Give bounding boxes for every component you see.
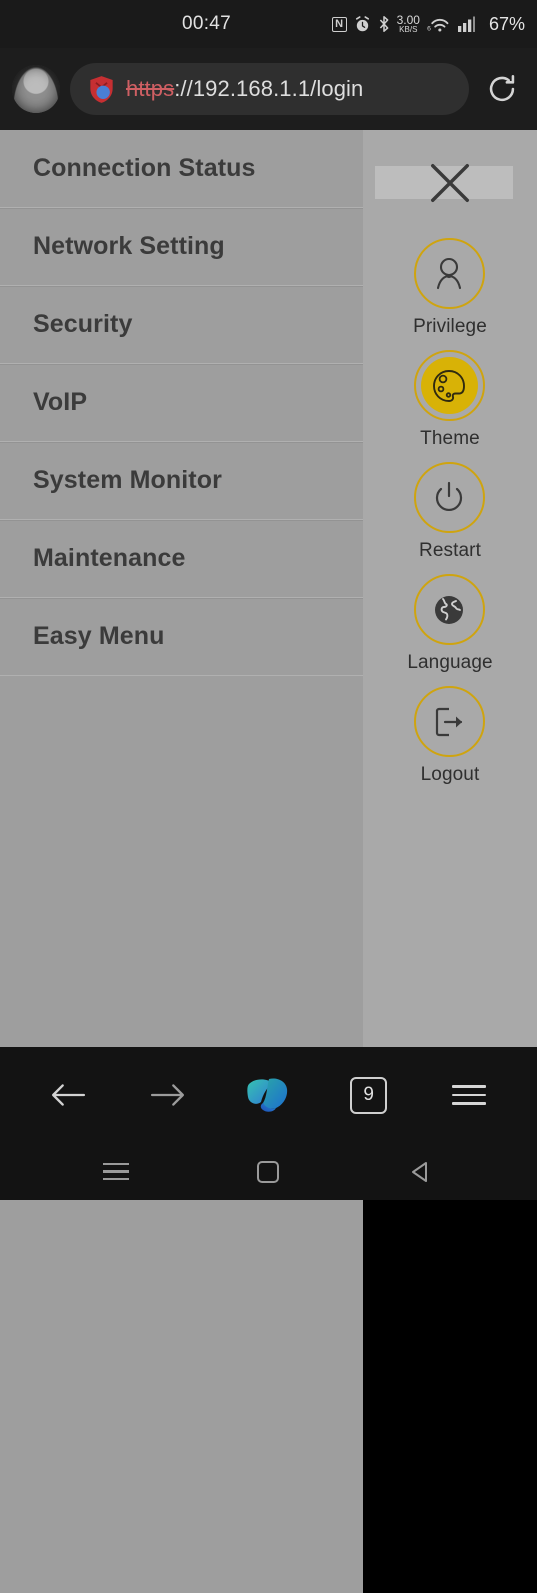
bluetooth-icon [378, 15, 390, 33]
browser-bottom-bar: 9 [0, 1047, 537, 1143]
status-bar: 00:47 N 3.00 KB/S 6 67% [0, 0, 537, 48]
reload-button[interactable] [479, 66, 525, 112]
menu-item-security[interactable]: Security [0, 286, 363, 364]
tool-theme-label: Theme [420, 428, 480, 449]
tab-switcher-button[interactable]: 9 [339, 1067, 399, 1123]
tool-language[interactable]: Language [363, 574, 537, 674]
shield-icon[interactable] [88, 75, 115, 104]
battery-percentage: 67% [488, 13, 525, 34]
browser-menu-button[interactable] [439, 1067, 499, 1123]
tool-theme[interactable]: Theme [363, 350, 537, 450]
data-rate-unit: KB/S [399, 25, 418, 34]
url-text: https://192.168.1.1/login [126, 76, 363, 102]
user-icon [436, 257, 462, 289]
browser-url-bar: https://192.168.1.1/login [0, 48, 537, 130]
tool-panel: Privilege Theme Restart Language Logout [363, 130, 537, 1047]
tool-theme-ring [413, 350, 485, 421]
arrow-back-icon [52, 1084, 86, 1106]
tool-language-label: Language [407, 652, 493, 673]
logout-icon [435, 707, 463, 736]
forward-button[interactable] [138, 1067, 198, 1123]
page-content: Connection Status Network Setting Securi… [0, 130, 537, 1593]
menu-item-easy-menu[interactable]: Easy Menu [0, 598, 363, 676]
reload-icon [489, 74, 515, 102]
tool-logout-ring [413, 686, 485, 757]
tool-privilege[interactable]: Privilege [363, 238, 537, 338]
copilot-button[interactable] [238, 1067, 298, 1123]
recents-button[interactable] [88, 1151, 144, 1193]
wifi-icon: 6 [427, 16, 451, 33]
main-menu-panel: Connection Status Network Setting Securi… [0, 130, 363, 1593]
profile-avatar[interactable] [12, 65, 60, 113]
tool-logout[interactable]: Logout [363, 686, 537, 786]
url-host-path: ://192.168.1.1/login [174, 76, 364, 101]
tab-count: 9 [350, 1076, 388, 1114]
globe-icon [435, 595, 463, 624]
close-button[interactable] [363, 160, 537, 206]
tool-privilege-label: Privilege [413, 316, 487, 337]
cellular-signal-icon [457, 16, 480, 32]
back-button[interactable] [38, 1067, 98, 1123]
tool-language-ring [413, 574, 485, 645]
data-rate-indicator: 3.00 KB/S [397, 14, 420, 34]
android-nav-bar [0, 1143, 537, 1200]
menu-item-connection-status[interactable]: Connection Status [0, 130, 363, 208]
home-button[interactable] [240, 1151, 296, 1193]
recent-apps-icon [103, 1158, 130, 1185]
menu-item-network-setting[interactable]: Network Setting [0, 208, 363, 286]
alarm-icon [354, 15, 371, 33]
status-icons: N 3.00 KB/S 6 67% [331, 13, 525, 35]
tool-privilege-ring [413, 238, 485, 309]
power-icon [435, 481, 463, 511]
close-icon [431, 164, 469, 202]
nfc-icon: N [331, 16, 347, 32]
hamburger-menu-icon [451, 1079, 486, 1111]
url-input[interactable]: https://192.168.1.1/login [70, 63, 469, 115]
home-icon [257, 1160, 280, 1183]
tool-logout-label: Logout [420, 764, 480, 785]
url-scheme: https [126, 76, 175, 101]
menu-item-voip[interactable]: VoIP [0, 364, 363, 442]
back-triangle-icon [411, 1161, 427, 1182]
menu-item-system-monitor[interactable]: System Monitor [0, 442, 363, 520]
android-back-button[interactable] [393, 1151, 449, 1193]
tool-restart-ring [413, 462, 485, 533]
arrow-forward-icon [151, 1084, 185, 1106]
palette-icon [433, 369, 465, 402]
svg-text:6: 6 [427, 25, 431, 32]
tool-restart-label: Restart [419, 540, 481, 561]
menu-item-maintenance[interactable]: Maintenance [0, 520, 363, 598]
tool-restart[interactable]: Restart [363, 462, 537, 562]
copilot-icon [247, 1078, 288, 1112]
